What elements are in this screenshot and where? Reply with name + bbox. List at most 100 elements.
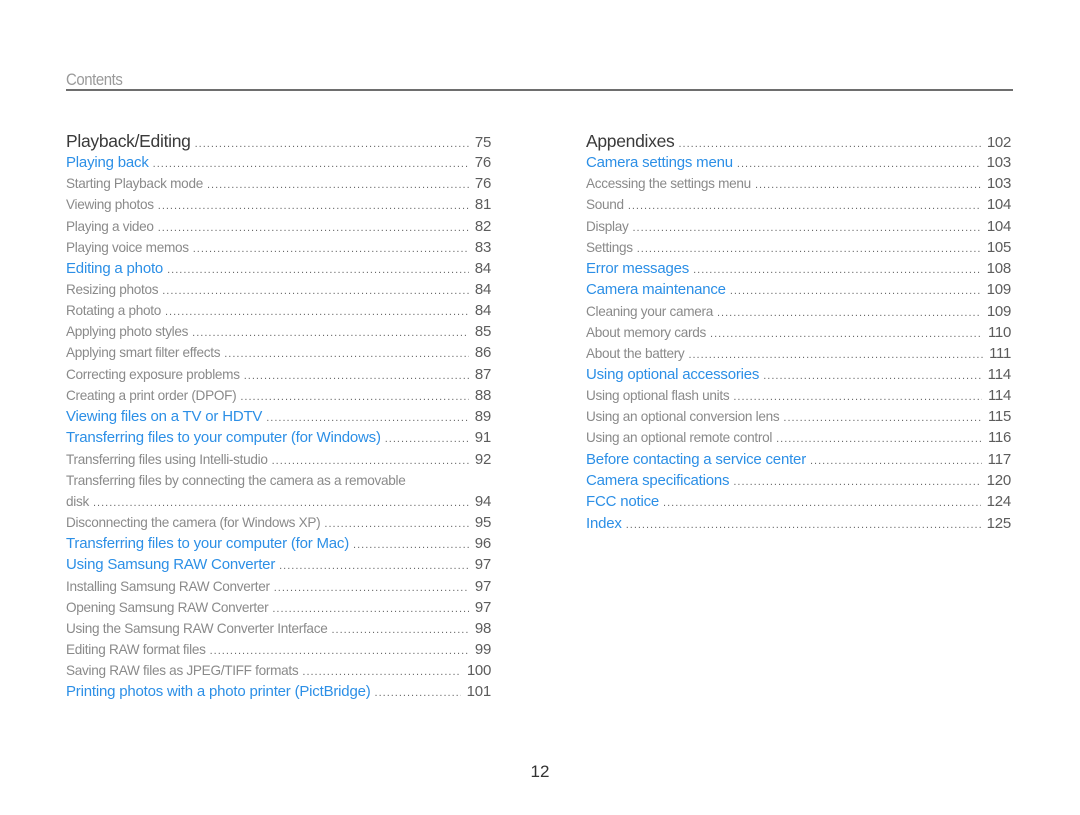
toc-entry-saving-raw-files-as-jpeg-tiff-formats[interactable]: Saving RAW files as JPEG/TIFF formats 100: [66, 660, 491, 681]
dot-leader: [628, 196, 981, 215]
toc-label: Applying photo styles: [66, 324, 189, 340]
toc-chapter-link-playing-back[interactable]: Playing back 76: [66, 152, 491, 173]
toc-entry-settings[interactable]: Settings 105: [586, 237, 1011, 258]
toc-page-number: 95: [474, 513, 491, 531]
toc-label: Sound: [586, 197, 624, 213]
header-divider: [66, 89, 1013, 91]
toc-chapter-link-editing-a-photo[interactable]: Editing a photo 84: [66, 258, 491, 279]
dot-leader: [637, 239, 981, 258]
dot-leader: [192, 323, 469, 342]
toc-label: Playing voice memos: [66, 239, 189, 255]
dot-leader: [710, 324, 982, 343]
dot-leader: [93, 493, 469, 512]
toc-chapter-link-transferring-files-to-your-computer-for-mac[interactable]: Transferring files to your computer (for…: [66, 533, 491, 554]
toc-page-number: 84: [474, 281, 491, 299]
toc-page-number: 82: [474, 217, 491, 235]
toc-entry-transferring-files-by-connecting-the-camera-as-a-removable-disk[interactable]: disk 94: [66, 491, 491, 512]
toc-entry-transferring-files-using-intelli-studio[interactable]: Transferring files using Intelli-studio 9…: [66, 449, 491, 470]
toc-entry-editing-raw-format-files[interactable]: Editing RAW format files 99: [66, 639, 491, 660]
toc-chapter-link-camera-specifications[interactable]: Camera specifications 120: [586, 470, 1011, 491]
toc-entry-cleaning-your-camera[interactable]: Cleaning your camera 109: [586, 301, 1011, 322]
toc-page-number: 94: [474, 492, 491, 510]
dot-leader: [272, 599, 469, 618]
toc-entry-opening-samsung-raw-converter[interactable]: Opening Samsung RAW Converter 97: [66, 597, 491, 618]
toc-page-number: 124: [986, 493, 1011, 511]
toc-entry-disconnecting-the-camera-for-windows-xp[interactable]: Disconnecting the camera (for Windows XP…: [66, 512, 491, 533]
toc-entry-using-an-optional-remote-control[interactable]: Using an optional remote control 116: [586, 427, 1011, 448]
toc-entry-about-memory-cards[interactable]: About memory cards 110: [586, 322, 1011, 343]
toc-entry-applying-smart-filter-effects[interactable]: Applying smart filter effects 86: [66, 342, 491, 363]
toc-entry-rotating-a-photo[interactable]: Rotating a photo 84: [66, 300, 491, 321]
toc-label: Editing RAW format files: [66, 641, 206, 657]
toc-page-number: 120: [986, 471, 1011, 489]
toc-chapter-link-index[interactable]: Index 125: [586, 513, 1011, 534]
toc-chapter-link-fcc-notice[interactable]: FCC notice 124: [586, 491, 1011, 512]
toc-label: Cleaning your camera: [586, 303, 713, 319]
toc-entry-resizing-photos[interactable]: Resizing photos 84: [66, 279, 491, 300]
toc-page-number: 104: [986, 217, 1011, 235]
toc-entry-display[interactable]: Display 104: [586, 216, 1011, 237]
toc-label: Creating a print order (DPOF): [66, 387, 237, 403]
toc-label: Installing Samsung RAW Converter: [66, 578, 270, 594]
toc-page-number: 110: [987, 323, 1011, 341]
toc-entry-starting-playback-mode[interactable]: Starting Playback mode 76: [66, 173, 491, 194]
toc-entry-applying-photo-styles[interactable]: Applying photo styles 85: [66, 321, 491, 342]
dot-leader: [810, 451, 982, 470]
toc-page-number: 104: [986, 196, 1011, 214]
toc-label: Rotating a photo: [66, 303, 161, 319]
toc-label: Using the Samsung RAW Converter Interfac…: [66, 620, 328, 636]
dot-leader: [632, 218, 980, 237]
dot-leader: [733, 387, 982, 406]
toc-label: Correcting exposure problems: [66, 366, 240, 382]
toc-section-playback-editing[interactable]: Playback/Editing 75: [66, 130, 491, 152]
toc-entry-viewing-photos[interactable]: Viewing photos 81: [66, 194, 491, 215]
toc-chapter-link-camera-maintenance[interactable]: Camera maintenance 109: [586, 279, 1011, 300]
toc-entry-label-line1[interactable]: Transferring files by connecting the cam…: [66, 470, 491, 491]
dot-leader: [158, 196, 469, 215]
toc-entry-using-an-optional-conversion-lens[interactable]: Using an optional conversion lens 115: [586, 406, 1011, 427]
toc-label: Display: [586, 218, 629, 234]
dot-leader: [663, 493, 981, 512]
toc-entry-using-optional-flash-units[interactable]: Using optional flash units 114: [586, 385, 1011, 406]
toc-chapter-link-before-contacting-a-service-center[interactable]: Before contacting a service center 117: [586, 449, 1011, 470]
toc-label: Opening Samsung RAW Converter: [66, 599, 269, 615]
toc-entry-about-the-battery[interactable]: About the battery 111: [586, 343, 1011, 364]
toc-entry-installing-samsung-raw-converter[interactable]: Installing Samsung RAW Converter 97: [66, 576, 491, 597]
toc-page-number: 101: [466, 683, 491, 701]
toc-chapter-link-printing-photos-with-a-photo-printer-pictbridge[interactable]: Printing photos with a photo printer (Pi…: [66, 681, 491, 702]
toc-label: Resizing photos: [66, 282, 159, 298]
toc-entry-using-the-samsung-raw-converter-interface[interactable]: Using the Samsung RAW Converter Interfac…: [66, 618, 491, 639]
toc-page-number: 114: [987, 387, 1011, 405]
toc-label: Transferring files to your computer (for…: [66, 429, 381, 447]
toc-label: Error messages: [586, 259, 690, 277]
toc-label: Viewing photos: [66, 197, 154, 213]
toc-page-number: 76: [474, 175, 491, 193]
toc-label: Before contacting a service center: [586, 450, 806, 468]
dot-leader: [693, 260, 980, 279]
toc-entry-playing-a-video[interactable]: Playing a video 82: [66, 216, 491, 237]
dot-leader: [688, 345, 983, 364]
toc-chapter-link-error-messages[interactable]: Error messages 108: [586, 258, 1011, 279]
toc-chapter-link-using-optional-accessories[interactable]: Using optional accessories 114: [586, 364, 1011, 385]
toc-chapter-link-viewing-files-on-a-tv-or-hdtv[interactable]: Viewing files on a TV or HDTV 89: [66, 406, 491, 427]
dot-leader: [733, 472, 980, 491]
toc-chapter-link-camera-settings-menu[interactable]: Camera settings menu 103: [586, 152, 1011, 173]
toc-chapter-link-using-samsung-raw-converter[interactable]: Using Samsung RAW Converter 97: [66, 554, 491, 575]
toc-label: Viewing files on a TV or HDTV: [66, 407, 263, 425]
toc-page-number: 89: [474, 407, 491, 425]
toc-entry-correcting-exposure-problems[interactable]: Correcting exposure problems 87: [66, 364, 491, 385]
dot-leader: [158, 218, 469, 237]
toc-page-number: 111: [989, 344, 1011, 362]
dot-leader: [717, 303, 981, 322]
toc-entry-creating-a-print-order-dpof[interactable]: Creating a print order (DPOF) 88: [66, 385, 491, 406]
toc-entry-sound[interactable]: Sound 104: [586, 194, 1011, 215]
toc-label: Transferring files using Intelli-studio: [66, 451, 268, 467]
toc-entry-accessing-the-settings-menu[interactable]: Accessing the settings menu 103: [586, 173, 1011, 194]
toc-entry-playing-voice-memos[interactable]: Playing voice memos 83: [66, 237, 491, 258]
toc-chapter-link-transferring-files-to-your-computer-for-windows[interactable]: Transferring files to your computer (for…: [66, 427, 491, 448]
header-title: Contents: [66, 70, 123, 89]
toc-page-number: 125: [986, 514, 1011, 532]
toc-section-appendixes[interactable]: Appendixes 102: [586, 130, 1011, 152]
dot-leader: [167, 260, 469, 279]
toc-page-number: 84: [474, 302, 491, 320]
